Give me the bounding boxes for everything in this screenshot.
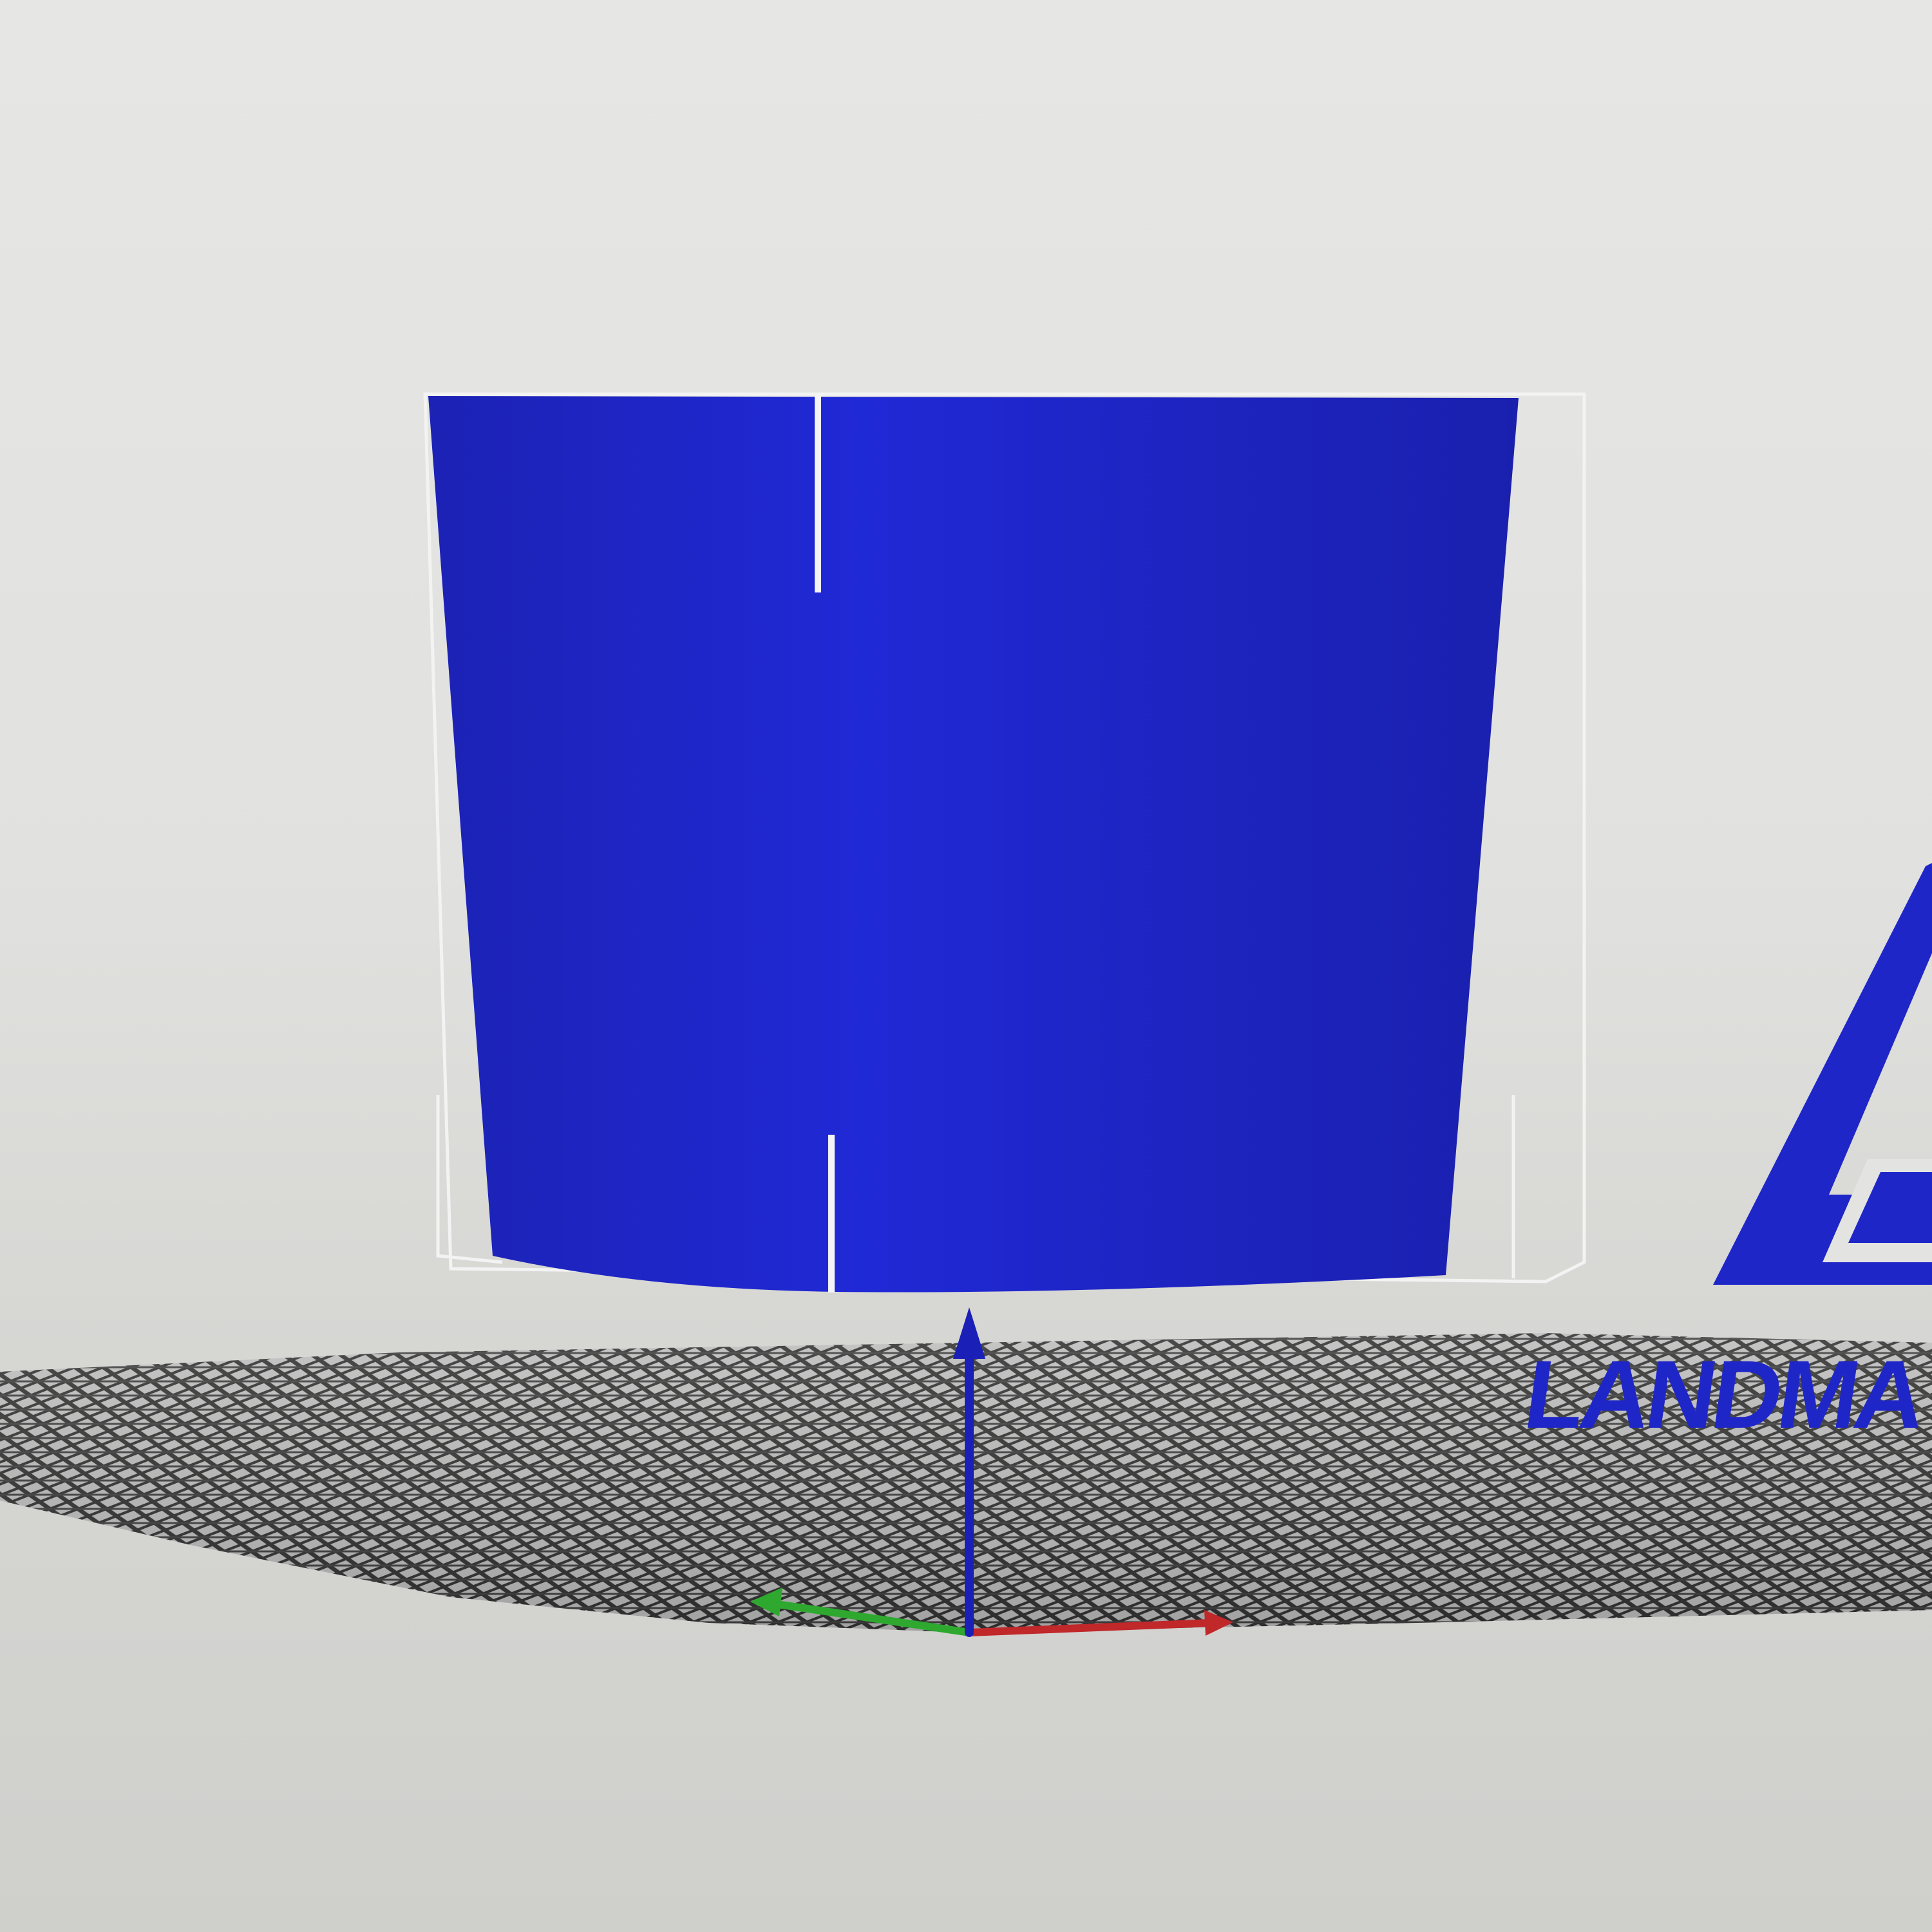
logo-mark [1713,863,1932,1285]
3d-viewport[interactable]: LANDMA [0,0,1932,1932]
top-slot [815,394,821,592]
scene-canvas[interactable] [0,0,1932,1932]
z-axis-arrowhead [953,1307,985,1359]
logo-lettering: LANDMA [1503,1346,1932,1558]
bottom-slot [828,1135,835,1293]
model-panel-face[interactable] [428,396,1519,1293]
model-panel[interactable] [428,394,1519,1293]
logo-name: LANDMA [1518,1346,1929,1448]
